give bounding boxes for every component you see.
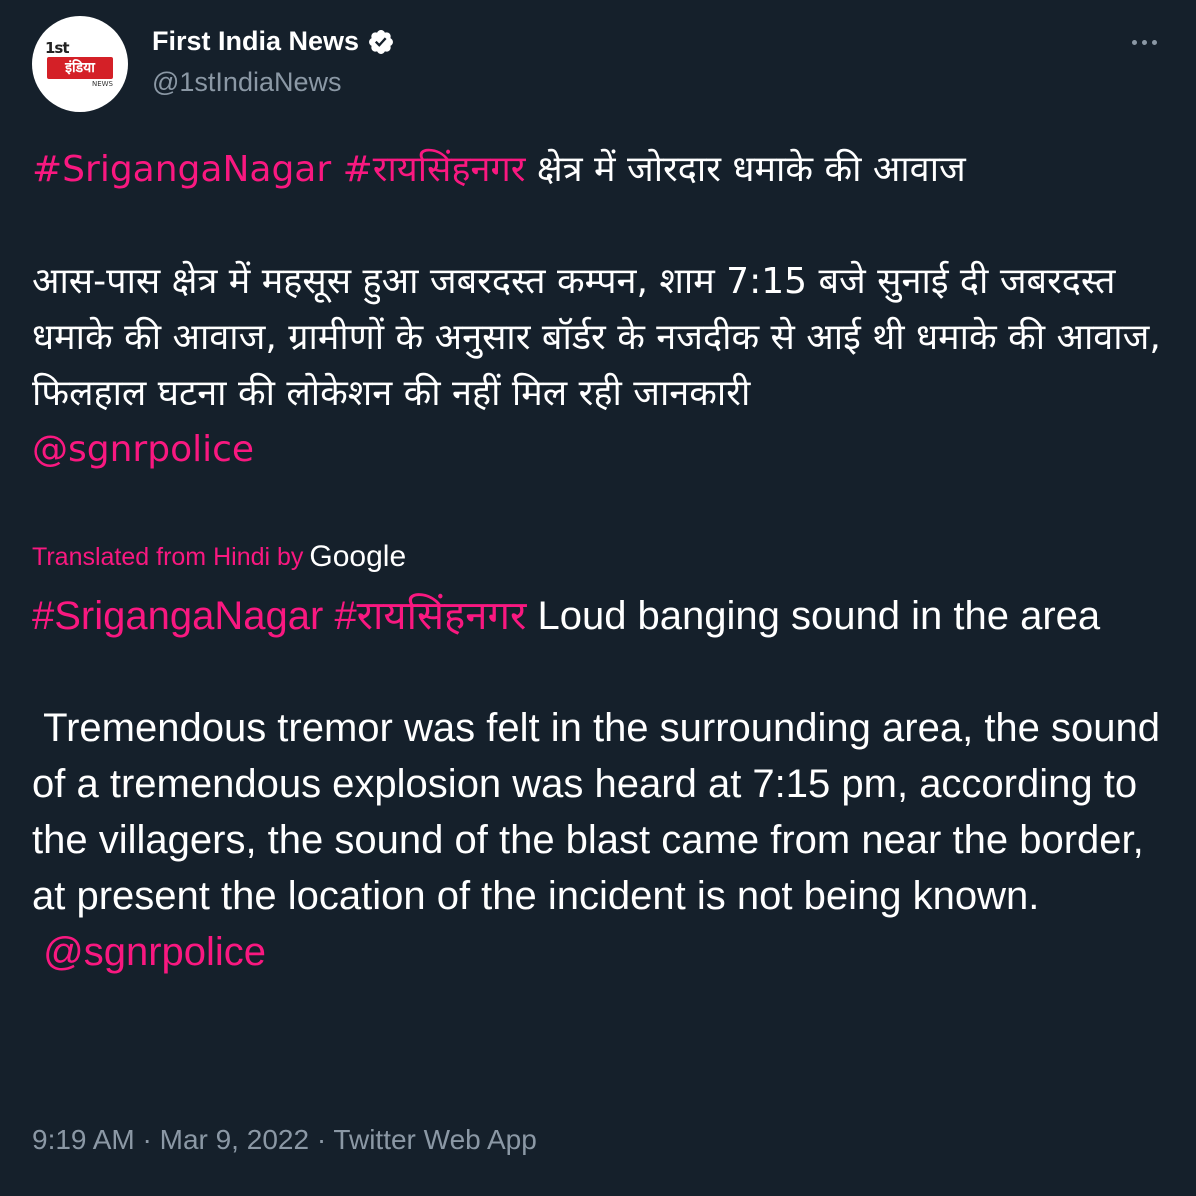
tweet-line-1-text: क्षेत्र में जोरदार धमाके की आवाज xyxy=(536,149,966,190)
translation-attribution[interactable]: Translated from Hindi by Google xyxy=(32,540,406,574)
translation-label: Translated from Hindi by xyxy=(32,542,304,571)
mention-link[interactable]: @sgnrpolice xyxy=(32,422,1168,478)
dot-icon xyxy=(1151,39,1157,45)
tweet-header: 1st इंडिया NEWS First India News @1stInd… xyxy=(32,16,1164,112)
more-options-icon[interactable] xyxy=(1124,30,1164,54)
verified-badge-icon xyxy=(369,29,394,54)
translated-line-1-text: Loud banging sound in the area xyxy=(537,594,1101,638)
translated-mention-row: @sgnrpolice xyxy=(32,924,1168,980)
dot-icon xyxy=(1141,39,1147,45)
avatar-logo-sub-text: NEWS xyxy=(89,80,115,88)
google-logo: Google xyxy=(309,540,407,573)
avatar-logo-top-text: 1st xyxy=(45,39,70,57)
tweet-text: #SrigangaNagar #रायसिंहनगर क्षेत्र में ज… xyxy=(32,142,1168,478)
hashtag-link[interactable]: #रायसिंहनगर xyxy=(343,149,526,190)
translated-paragraph-2: Tremendous tremor was felt in the surrou… xyxy=(32,700,1168,924)
handle[interactable]: @1stIndiaNews xyxy=(152,67,395,98)
author-info: First India News @1stIndiaNews xyxy=(152,26,395,98)
hashtag-link[interactable]: #SrigangaNagar xyxy=(32,149,331,190)
avatar-logo-band-text: इंडिया xyxy=(47,57,113,79)
display-name-row[interactable]: First India News xyxy=(152,26,395,57)
avatar-logo: 1st इंडिया NEWS xyxy=(41,35,119,93)
tweet-line-1: #SrigangaNagar #रायसिंहनगर क्षेत्र में ज… xyxy=(32,142,1168,198)
hashtag-link[interactable]: #रायसिंहनगर xyxy=(334,594,526,638)
hashtag-link[interactable]: #SrigangaNagar xyxy=(32,594,323,638)
translated-line-1: #SrigangaNagar #रायसिंहनगर Loud banging … xyxy=(32,588,1168,644)
tweet-paragraph-2: आस-पास क्षेत्र में महसूस हुआ जबरदस्त कम्… xyxy=(32,261,1161,414)
dot-icon xyxy=(1131,39,1137,45)
tweet-meta[interactable]: 9:19 AM · Mar 9, 2022 · Twitter Web App xyxy=(32,1124,537,1156)
translated-paragraph-2-text: Tremendous tremor was felt in the surrou… xyxy=(32,706,1161,918)
mention-link[interactable]: @sgnrpolice xyxy=(43,930,266,974)
display-name[interactable]: First India News xyxy=(152,26,359,57)
avatar[interactable]: 1st इंडिया NEWS xyxy=(32,16,128,112)
translated-text: #SrigangaNagar #रायसिंहनगर Loud banging … xyxy=(32,588,1168,980)
